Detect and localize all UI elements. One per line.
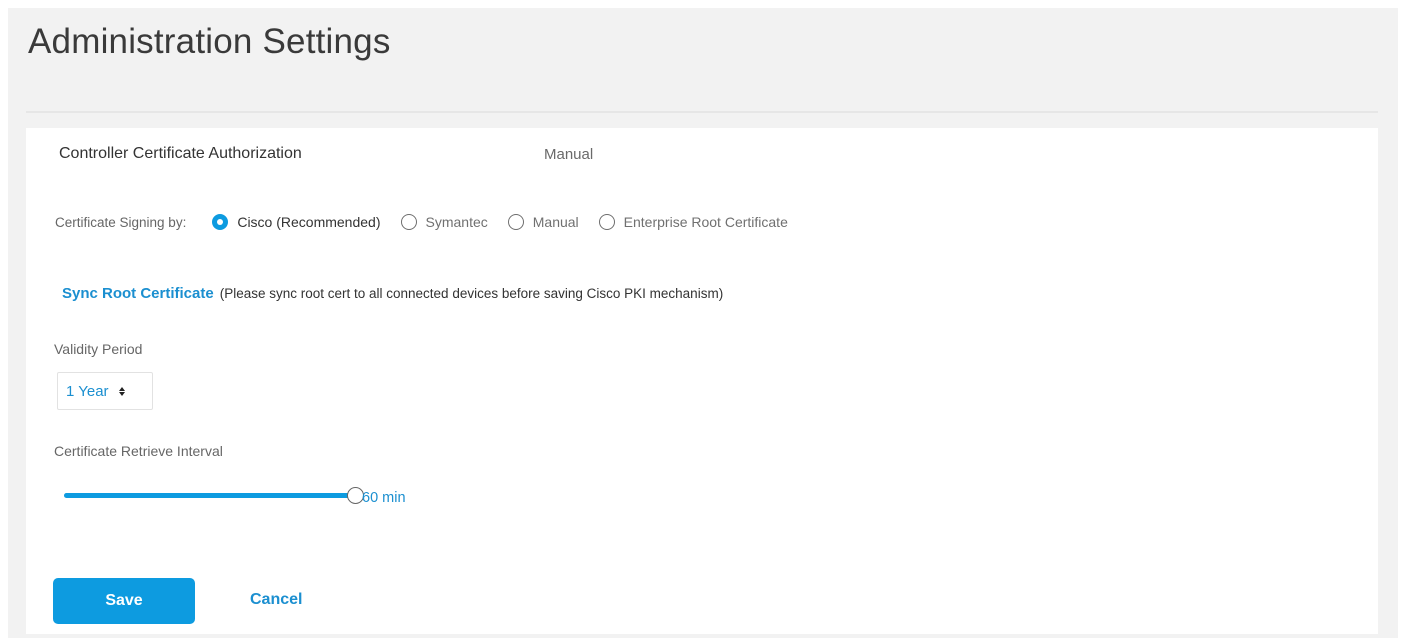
slider-fill: [64, 493, 356, 498]
radio-unchecked-icon[interactable]: [598, 214, 615, 230]
radio-label-enterprise-root: Enterprise Root Certificate: [623, 214, 788, 230]
section-value: Manual: [544, 146, 594, 163]
sync-root-note: (Please sync root cert to all connected …: [219, 286, 724, 301]
title-divider: [26, 111, 1378, 113]
certificate-signing-label: Certificate Signing by:: [55, 214, 187, 230]
admin-settings-page: Administration Settings Controller Certi…: [8, 8, 1398, 638]
certificate-signing-group: Certificate Signing by: Cisco (Recommend…: [55, 211, 808, 233]
radio-label-cisco: Cisco (Recommended): [237, 214, 381, 230]
sync-root-certificate-link[interactable]: Sync Root Certificate: [62, 285, 214, 302]
validity-period-label: Validity Period: [54, 341, 143, 357]
radio-option-enterprise-root[interactable]: Enterprise Root Certificate: [598, 214, 788, 230]
radio-unchecked-icon[interactable]: [400, 214, 417, 230]
validity-period-select[interactable]: 1 Year: [57, 372, 153, 410]
cancel-button[interactable]: Cancel: [250, 591, 302, 609]
radio-label-manual: Manual: [532, 214, 579, 230]
radio-unchecked-icon[interactable]: [507, 214, 524, 230]
retrieve-interval-slider[interactable]: [64, 484, 364, 508]
radio-option-symantec[interactable]: Symantec: [400, 214, 488, 230]
retrieve-interval-value: 60 min: [362, 490, 406, 506]
radio-option-cisco[interactable]: Cisco (Recommended): [212, 214, 381, 230]
radio-option-manual[interactable]: Manual: [507, 214, 579, 230]
save-button[interactable]: Save: [53, 578, 195, 624]
validity-period-value: 1 Year: [66, 382, 109, 400]
retrieve-interval-label: Certificate Retrieve Interval: [54, 443, 223, 459]
settings-card: Controller Certificate Authorization Man…: [26, 128, 1378, 634]
radio-label-symantec: Symantec: [425, 214, 488, 230]
sync-root-row: Sync Root Certificate (Please sync root …: [62, 285, 723, 302]
page-title: Administration Settings: [28, 22, 391, 61]
radio-checked-icon[interactable]: [212, 214, 229, 230]
section-label: Controller Certificate Authorization: [59, 145, 302, 162]
sort-icon: [118, 386, 125, 396]
